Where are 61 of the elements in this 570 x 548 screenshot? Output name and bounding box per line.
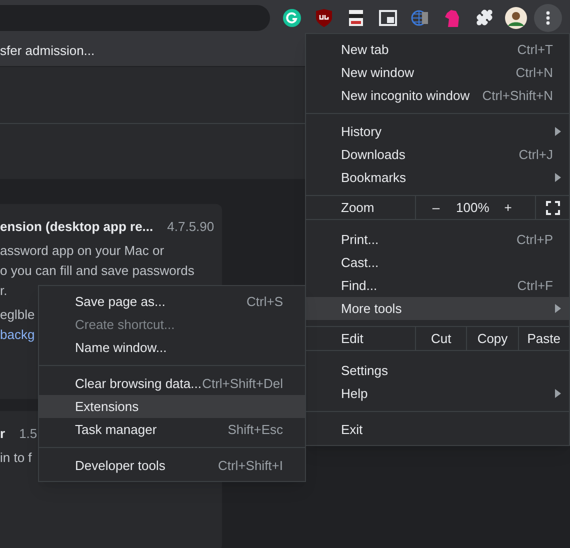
shortcut-text: Ctrl+F (517, 276, 553, 295)
version-text: 1.5 (19, 425, 38, 444)
submenu-arrow-icon (555, 173, 561, 182)
shortcut-text: Ctrl+N (516, 64, 553, 82)
shortcut-text: Ctrl+P (516, 230, 553, 249)
shortcut-text: Ctrl+S (246, 292, 283, 311)
fullscreen-icon[interactable] (546, 200, 560, 214)
submenu-arrow-icon (555, 127, 561, 136)
masked-figure-icon[interactable] (348, 8, 364, 26)
shield-icon[interactable] (316, 8, 332, 26)
edit-button[interactable]: Paste (518, 327, 569, 350)
shortcut-text: Ctrl+T (517, 40, 553, 59)
zoom-label: Zoom (306, 196, 416, 219)
menu-item[interactable]: Extensions (39, 395, 305, 418)
extension-title: r (0, 425, 6, 444)
menu-item[interactable]: Save page as... Ctrl+S (39, 290, 305, 313)
background-page-link[interactable]: backg (0, 325, 35, 345)
shortcut-text: Ctrl+Shift+Del (202, 374, 283, 393)
menu-item[interactable]: Find... Ctrl+F (306, 274, 569, 297)
menu-item[interactable]: New window Ctrl+N (306, 61, 569, 84)
shortcut-text: Shift+Esc (228, 420, 283, 439)
menu-item[interactable]: More tools (306, 297, 569, 320)
shortcut-text: Ctrl+Shift+N (482, 86, 553, 105)
avatar-icon[interactable] (505, 6, 527, 28)
menu-item[interactable]: Print... Ctrl+P (306, 228, 569, 251)
extension-id: eglble (0, 306, 35, 324)
globe-icon[interactable] (411, 8, 429, 26)
shortcut-text: Ctrl+J (518, 146, 553, 164)
menu-item[interactable]: New tab Ctrl+T (306, 38, 569, 61)
description-text: r. (0, 282, 8, 300)
menu-icon (546, 10, 550, 24)
picture-in-picture-icon[interactable] (379, 10, 397, 26)
menu-item[interactable]: Clear browsing data...Ctrl+Shift+Del (39, 372, 305, 395)
horse-head-icon[interactable] (444, 8, 460, 26)
shortcut-text: Ctrl+Shift+I (218, 456, 283, 475)
zoom-out-button[interactable]: – (416, 198, 456, 218)
menu-item[interactable]: Settings (306, 359, 569, 382)
menu-item[interactable]: Cast... (306, 251, 569, 274)
submenu-arrow-icon (555, 304, 561, 313)
zoom-in-button[interactable]: + (488, 198, 528, 218)
menu-button[interactable] (534, 4, 562, 32)
description-text: o you can fill and save passwords (0, 262, 194, 280)
submenu-arrow-icon (555, 389, 561, 398)
edit-button[interactable]: Copy (467, 327, 519, 350)
menu-item[interactable]: Name window... (39, 336, 305, 359)
menu-item[interactable]: Task manager Shift+Esc (39, 418, 305, 441)
extension-title: ension (desktop app re... (0, 218, 154, 236)
edit-button[interactable]: Cut (416, 327, 468, 350)
bookmark-item[interactable]: sfer admission... (0, 40, 95, 60)
menu-item[interactable]: Exit (306, 418, 569, 441)
menu-item[interactable]: Help (306, 382, 569, 405)
menu-item[interactable]: New incognito window Ctrl+Shift+N (306, 84, 569, 107)
menu-item[interactable]: Bookmarks (306, 166, 569, 189)
menu-item[interactable]: History (306, 120, 569, 143)
menu-item[interactable]: Developer tools Ctrl+Shift+I (39, 454, 305, 477)
description-text: in to f (0, 449, 32, 467)
description-text: assword app on your Mac or (0, 242, 164, 260)
version-text: 4.7.5.90 (167, 218, 214, 236)
menu-item[interactable]: Downloads Ctrl+J (306, 143, 569, 166)
zoom-level: 100% (456, 198, 488, 217)
puzzle-icon[interactable] (476, 9, 492, 26)
